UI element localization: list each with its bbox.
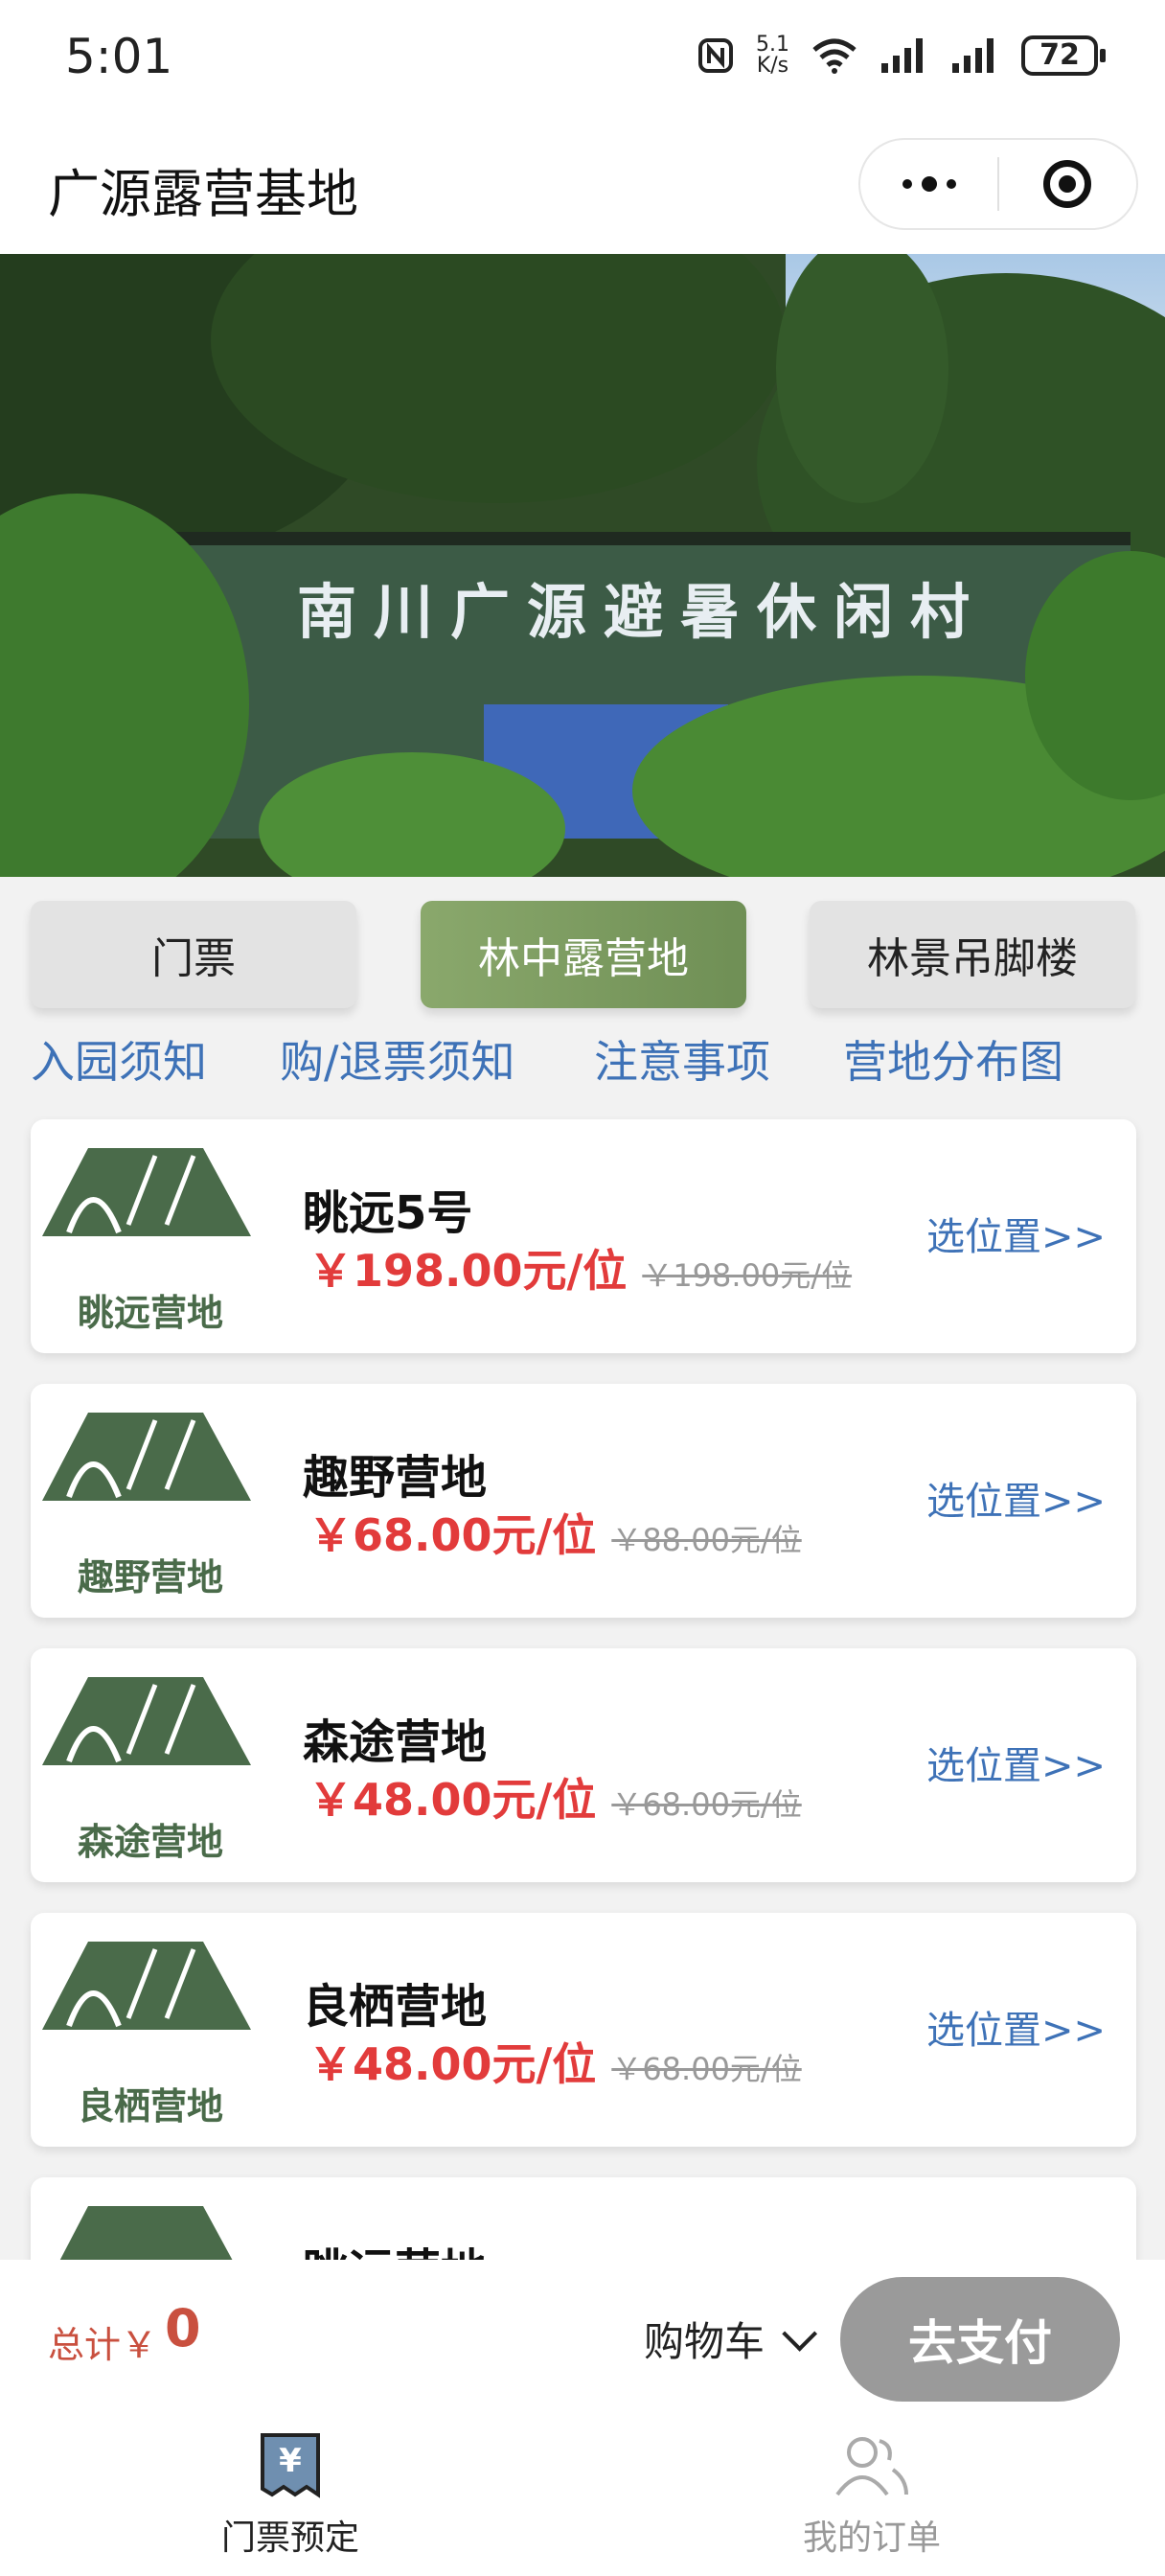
tent-logo: 眺远营地 xyxy=(42,1148,251,1334)
price-row: ￥68.00元/位 ￥88.00元/位 xyxy=(308,1501,802,1564)
camp-name: 趣野营地 xyxy=(303,1451,488,1505)
camp-price: ￥198.00元/位 xyxy=(308,1245,628,1297)
tent-logo-text: 森途营地 xyxy=(78,1821,223,1863)
tab-label: 门票预定 xyxy=(220,2518,359,2558)
status-time: 5:01 xyxy=(65,29,173,84)
link-camp-map[interactable]: 营地分布图 xyxy=(843,1027,1063,1091)
camp-name: 眺远5号 xyxy=(303,1186,473,1240)
choose-position-link[interactable]: 选位置>> xyxy=(926,1470,1106,1526)
ticket-icon: ¥ xyxy=(261,2433,320,2498)
total-label: 总计￥ xyxy=(48,2324,158,2366)
camp-name: 森途营地 xyxy=(303,1715,488,1769)
link-park-notice[interactable]: 入园须知 xyxy=(31,1027,207,1091)
more-button[interactable] xyxy=(860,140,997,228)
tab-stilt-house[interactable]: 林景吊脚楼 xyxy=(810,901,1135,1008)
pay-button[interactable]: 去支付 xyxy=(840,2277,1120,2402)
price-row: ￥198.00元/位 ￥198.00元/位 xyxy=(308,1236,852,1300)
tab-ticket-booking[interactable]: ¥ 门票预定 xyxy=(147,2431,434,2560)
list-item[interactable]: 良栖营地 良栖营地 ￥48.00元/位 ￥68.00元/位 选位置>> xyxy=(31,1913,1136,2147)
link-precautions[interactable]: 注意事项 xyxy=(594,1027,770,1091)
info-links: 入园须知 购/退票须知 注意事项 营地分布图 xyxy=(0,1027,1165,1094)
more-icon xyxy=(902,176,956,192)
status-icons: 5.1 K/s 72 xyxy=(697,33,1106,78)
page-title: 广源露营基地 xyxy=(48,164,358,224)
miniapp-capsule xyxy=(858,138,1138,230)
tab-my-orders[interactable]: 我的订单 xyxy=(728,2431,1016,2560)
category-tabs: 门票 林中露营地 林景吊脚楼 xyxy=(0,901,1165,1011)
network-speed: 5.1 K/s xyxy=(756,33,789,78)
cart-bar: 总计￥ 0 购物车 去支付 xyxy=(0,2260,1165,2418)
close-miniapp-button[interactable] xyxy=(999,140,1136,228)
signal-icon-2 xyxy=(952,38,994,73)
choose-position-link[interactable]: 选位置>> xyxy=(926,1735,1106,1790)
camp-original-price: ￥68.00元/位 xyxy=(611,1786,802,1823)
chevron-down-icon xyxy=(782,2315,818,2352)
camp-original-price: ￥68.00元/位 xyxy=(611,2051,802,2087)
list-item[interactable]: 森途营地 森途营地 ￥48.00元/位 ￥68.00元/位 选位置>> xyxy=(31,1648,1136,1882)
camp-price: ￥48.00元/位 xyxy=(308,1774,597,1826)
price-row: ￥48.00元/位 ￥68.00元/位 xyxy=(308,2030,802,2093)
tent-logo-text: 趣野营地 xyxy=(78,1556,223,1598)
choose-position-link[interactable]: 选位置>> xyxy=(926,1206,1106,1261)
link-refund-notice[interactable]: 购/退票须知 xyxy=(280,1027,515,1091)
banner-sign-text: 南川广源避暑休闲村 xyxy=(297,577,987,647)
target-icon xyxy=(1043,160,1092,208)
tent-logo: 森途营地 xyxy=(42,1677,251,1863)
battery-indicator: 72 xyxy=(1021,35,1106,76)
tab-tickets[interactable]: 门票 xyxy=(31,901,356,1008)
banner-image: 南川广源避暑休闲村 xyxy=(0,254,1165,877)
tent-logo-text: 良栖营地 xyxy=(78,2085,223,2128)
cart-label: 购物车 xyxy=(644,2318,765,2365)
list-item[interactable]: 趣野营地 趣野营地 ￥68.00元/位 ￥88.00元/位 选位置>> xyxy=(31,1384,1136,1618)
signal-icon xyxy=(881,38,923,73)
users-icon xyxy=(835,2437,908,2496)
camp-original-price: ￥88.00元/位 xyxy=(611,1522,802,1558)
nav-bar: 广源露营基地 xyxy=(0,125,1165,254)
camp-price: ￥48.00元/位 xyxy=(308,2038,597,2090)
nfc-icon xyxy=(698,38,733,73)
list-item[interactable]: 眺远营地 眺远5号 ￥198.00元/位 ￥198.00元/位 选位置>> xyxy=(31,1119,1136,1353)
svg-text:¥: ¥ xyxy=(279,2442,302,2480)
bottom-tab-bar: ¥ 门票预定 我的订单 xyxy=(0,2418,1165,2576)
price-row: ￥48.00元/位 ￥68.00元/位 xyxy=(308,1765,802,1828)
choose-position-link[interactable]: 选位置>> xyxy=(926,1999,1106,2055)
camp-original-price: ￥198.00元/位 xyxy=(642,1257,853,1294)
tab-label: 我的订单 xyxy=(802,2518,941,2558)
tent-logo: 良栖营地 xyxy=(42,1942,251,2128)
camp-price: ￥68.00元/位 xyxy=(308,1509,597,1561)
tent-logo: 趣野营地 xyxy=(42,1413,251,1598)
camp-name: 良栖营地 xyxy=(303,1980,488,2034)
tab-forest-camp[interactable]: 林中露营地 xyxy=(421,901,746,1008)
cart-toggle[interactable]: 购物车 xyxy=(644,2310,818,2368)
status-bar: 5:01 5.1 K/s 72 xyxy=(0,0,1165,125)
tent-logo-text: 眺远营地 xyxy=(78,1292,223,1334)
wifi-icon xyxy=(812,38,857,74)
total-value: 0 xyxy=(165,2298,201,2358)
